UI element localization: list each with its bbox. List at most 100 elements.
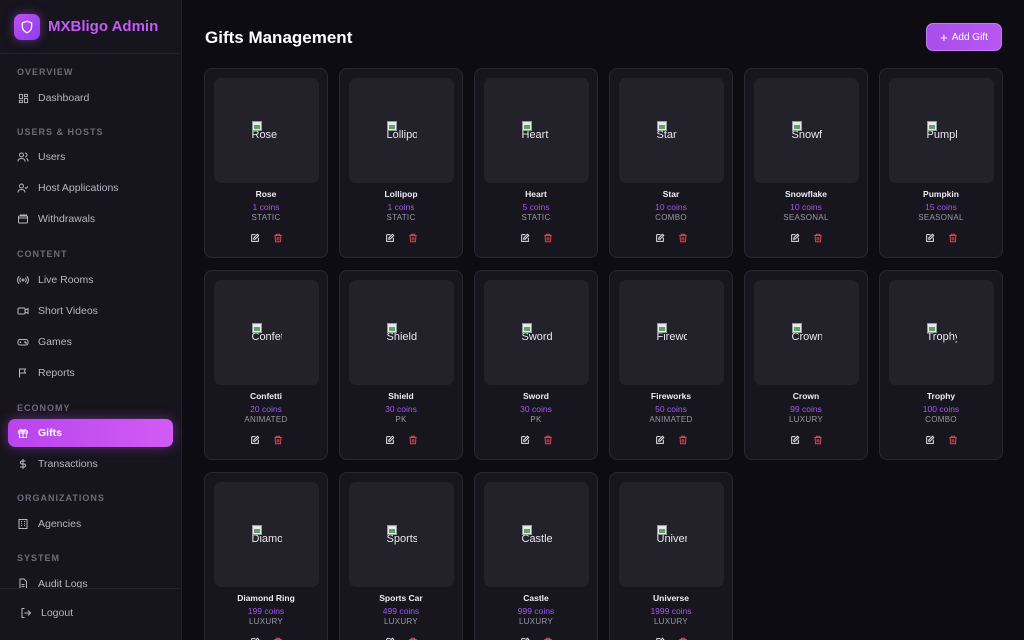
gift-card[interactable]: Lollipop Lollipop 1 coins STATIC: [339, 68, 463, 258]
gift-card[interactable]: Confetti Confetti 20 coins ANIMATED: [204, 270, 328, 460]
gift-card[interactable]: Trophy Trophy 100 coins COMBO: [879, 270, 1003, 460]
section-label-content: CONTENT: [17, 249, 68, 259]
edit-icon[interactable]: [250, 233, 260, 243]
gift-price: 1999 coins: [650, 606, 692, 616]
delete-icon[interactable]: [273, 435, 283, 445]
sidebar-item-short-videos[interactable]: Short Videos: [8, 297, 173, 325]
delete-icon[interactable]: [543, 233, 553, 243]
delete-icon[interactable]: [813, 233, 823, 243]
gift-card[interactable]: Heart Heart 5 coins STATIC: [474, 68, 598, 258]
edit-icon[interactable]: [385, 435, 395, 445]
gift-price: 199 coins: [247, 606, 285, 616]
gift-card[interactable]: Star Star 10 coins COMBO: [609, 68, 733, 258]
sidebar-item-transactions[interactable]: Transactions: [8, 450, 173, 478]
flag-icon: [17, 367, 29, 379]
delete-icon[interactable]: [273, 233, 283, 243]
gift-name: Universe: [653, 593, 689, 603]
plus-icon: +: [940, 29, 948, 45]
broken-image-icon: [386, 322, 397, 333]
gift-type: LUXURY: [248, 617, 284, 626]
video-icon: [17, 305, 29, 317]
edit-icon[interactable]: [790, 435, 800, 445]
sidebar-item-label: Transactions: [38, 458, 98, 470]
gift-card[interactable]: Rose Rose 1 coins STATIC: [204, 68, 328, 258]
gift-card[interactable]: Diamond Ring Diamond Ring 199 coins LUXU…: [204, 472, 328, 640]
sidebar-item-games[interactable]: Games: [8, 328, 173, 356]
delete-icon[interactable]: [948, 233, 958, 243]
delete-icon[interactable]: [948, 435, 958, 445]
broken-image-placeholder: Fireworks: [656, 322, 687, 343]
sidebar-item-agencies[interactable]: Agencies: [8, 510, 173, 538]
edit-icon[interactable]: [655, 233, 665, 243]
gift-actions: [340, 435, 462, 445]
gift-image: Shield: [349, 280, 454, 385]
gift-card[interactable]: Universe Universe 1999 coins LUXURY: [609, 472, 733, 640]
add-gift-button[interactable]: + Add Gift: [926, 23, 1002, 51]
page-title: Gifts Management: [205, 28, 353, 47]
gift-image: Universe: [619, 482, 724, 587]
sidebar-item-users[interactable]: Users: [8, 143, 173, 171]
gift-image: Pumpkin: [889, 78, 994, 183]
delete-icon[interactable]: [678, 435, 688, 445]
gift-card[interactable]: Fireworks Fireworks 50 coins ANIMATED: [609, 270, 733, 460]
brand[interactable]: MXBligo Admin: [0, 0, 181, 54]
sidebar-item-gifts[interactable]: Gifts: [8, 419, 173, 447]
delete-icon[interactable]: [678, 233, 688, 243]
gift-image: Sports Car: [349, 482, 454, 587]
broadcast-icon: [17, 274, 29, 286]
logout-button[interactable]: Logout: [20, 607, 73, 619]
sidebar-item-reports[interactable]: Reports: [8, 359, 173, 387]
broken-image-placeholder: Heart: [521, 120, 552, 141]
edit-icon[interactable]: [520, 435, 530, 445]
sidebar-item-dashboard[interactable]: Dashboard: [8, 84, 173, 112]
gift-image: Trophy: [889, 280, 994, 385]
gift-card[interactable]: Castle Castle 999 coins LUXURY: [474, 472, 598, 640]
gift-actions: [880, 435, 1002, 445]
users-icon: [17, 151, 29, 163]
section-label-organizations: ORGANIZATIONS: [17, 493, 105, 503]
edit-icon[interactable]: [385, 233, 395, 243]
gift-image: Star: [619, 78, 724, 183]
gift-type: SEASONAL: [918, 213, 964, 222]
gift-card[interactable]: Pumpkin Pumpkin 15 coins SEASONAL: [879, 68, 1003, 258]
sidebar-item-withdrawals[interactable]: Withdrawals: [8, 205, 173, 233]
gift-name: Rose: [255, 189, 277, 199]
edit-icon[interactable]: [925, 233, 935, 243]
sidebar-item-label: Reports: [38, 367, 75, 379]
sidebar: MXBligo Admin OVERVIEW Dashboard USERS &…: [0, 0, 182, 640]
sidebar-item-live-rooms[interactable]: Live Rooms: [8, 266, 173, 294]
broken-image-placeholder: Castle: [521, 524, 552, 545]
gift-card[interactable]: Shield Shield 30 coins PK: [339, 270, 463, 460]
gift-image: Confetti: [214, 280, 319, 385]
edit-icon[interactable]: [250, 435, 260, 445]
edit-icon[interactable]: [520, 233, 530, 243]
delete-icon[interactable]: [408, 233, 418, 243]
broken-image-icon: [656, 322, 667, 333]
edit-icon[interactable]: [790, 233, 800, 243]
broken-image-placeholder: Shield: [386, 322, 417, 343]
gift-price: 50 coins: [655, 404, 687, 414]
dashboard-icon: [17, 92, 29, 104]
delete-icon[interactable]: [813, 435, 823, 445]
gift-type: PK: [530, 415, 542, 424]
gift-card[interactable]: Sports Car Sports Car 499 coins LUXURY: [339, 472, 463, 640]
gift-card[interactable]: Snowflake Snowflake 10 coins SEASONAL: [744, 68, 868, 258]
broken-image-icon: [656, 120, 667, 131]
gift-image: Rose: [214, 78, 319, 183]
gift-name: Castle: [523, 593, 549, 603]
broken-image-placeholder: Rose: [251, 120, 282, 141]
broken-image-icon: [251, 322, 262, 333]
edit-icon[interactable]: [655, 435, 665, 445]
logout-label: Logout: [41, 607, 74, 619]
shield-logo-icon: [14, 13, 40, 40]
gift-card[interactable]: Crown Crown 99 coins LUXURY: [744, 270, 868, 460]
delete-icon[interactable]: [408, 435, 418, 445]
delete-icon[interactable]: [543, 435, 553, 445]
gift-price: 30 coins: [520, 404, 552, 414]
gift-type: ANIMATED: [244, 415, 288, 424]
gift-card[interactable]: Sword Sword 30 coins PK: [474, 270, 598, 460]
sidebar-item-host-applications[interactable]: Host Applications: [8, 174, 173, 202]
broken-image-icon: [521, 322, 532, 333]
edit-icon[interactable]: [925, 435, 935, 445]
broken-image-placeholder: Trophy: [926, 322, 957, 343]
